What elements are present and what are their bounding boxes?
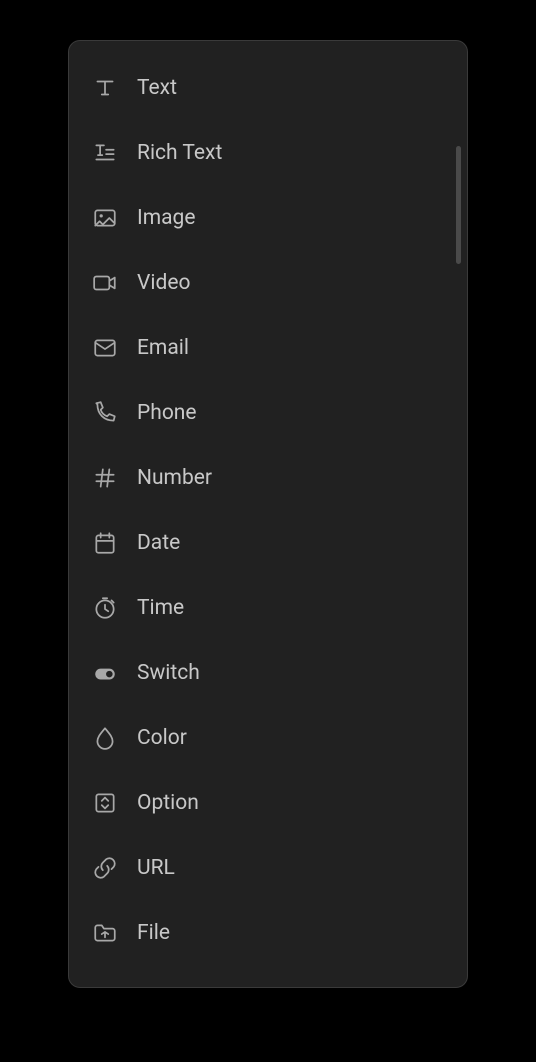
email-icon [91, 334, 119, 362]
menu-item-label: Switch [137, 661, 200, 685]
video-icon [91, 269, 119, 297]
date-icon [91, 529, 119, 557]
menu-item-phone[interactable]: Phone [69, 380, 467, 445]
menu-item-label: Date [137, 531, 180, 555]
image-icon [91, 204, 119, 232]
menu-item-label: Rich Text [137, 141, 222, 165]
menu-item-label: Number [137, 466, 212, 490]
switch-icon [91, 659, 119, 687]
menu-item-file[interactable]: File [69, 900, 467, 965]
field-type-dropdown: Text Rich Text Image Video Email [68, 40, 468, 988]
url-icon [91, 854, 119, 882]
menu-item-color[interactable]: Color [69, 705, 467, 770]
menu-item-label: Time [137, 596, 184, 620]
menu-item-switch[interactable]: Switch [69, 640, 467, 705]
menu-item-video[interactable]: Video [69, 250, 467, 315]
menu-item-label: Color [137, 726, 187, 750]
text-icon [91, 74, 119, 102]
menu-item-label: Text [137, 76, 177, 100]
scrollbar-thumb[interactable] [456, 146, 461, 264]
menu-item-email[interactable]: Email [69, 315, 467, 380]
menu-item-url[interactable]: URL [69, 835, 467, 900]
option-icon [91, 789, 119, 817]
menu-item-rich-text[interactable]: Rich Text [69, 120, 467, 185]
menu-item-image[interactable]: Image [69, 185, 467, 250]
menu-item-label: File [137, 921, 170, 945]
menu-item-number[interactable]: Number [69, 445, 467, 510]
menu-item-time[interactable]: Time [69, 575, 467, 640]
menu-list: Text Rich Text Image Video Email [69, 41, 467, 979]
menu-item-label: Image [137, 206, 195, 230]
menu-item-label: Option [137, 791, 199, 815]
number-icon [91, 464, 119, 492]
phone-icon [91, 399, 119, 427]
rich-text-icon [91, 139, 119, 167]
menu-item-date[interactable]: Date [69, 510, 467, 575]
time-icon [91, 594, 119, 622]
menu-item-label: Video [137, 271, 190, 295]
menu-item-text[interactable]: Text [69, 55, 467, 120]
menu-item-label: Email [137, 336, 189, 360]
menu-item-label: URL [137, 856, 175, 880]
file-icon [91, 919, 119, 947]
color-icon [91, 724, 119, 752]
menu-item-option[interactable]: Option [69, 770, 467, 835]
menu-item-label: Phone [137, 401, 197, 425]
